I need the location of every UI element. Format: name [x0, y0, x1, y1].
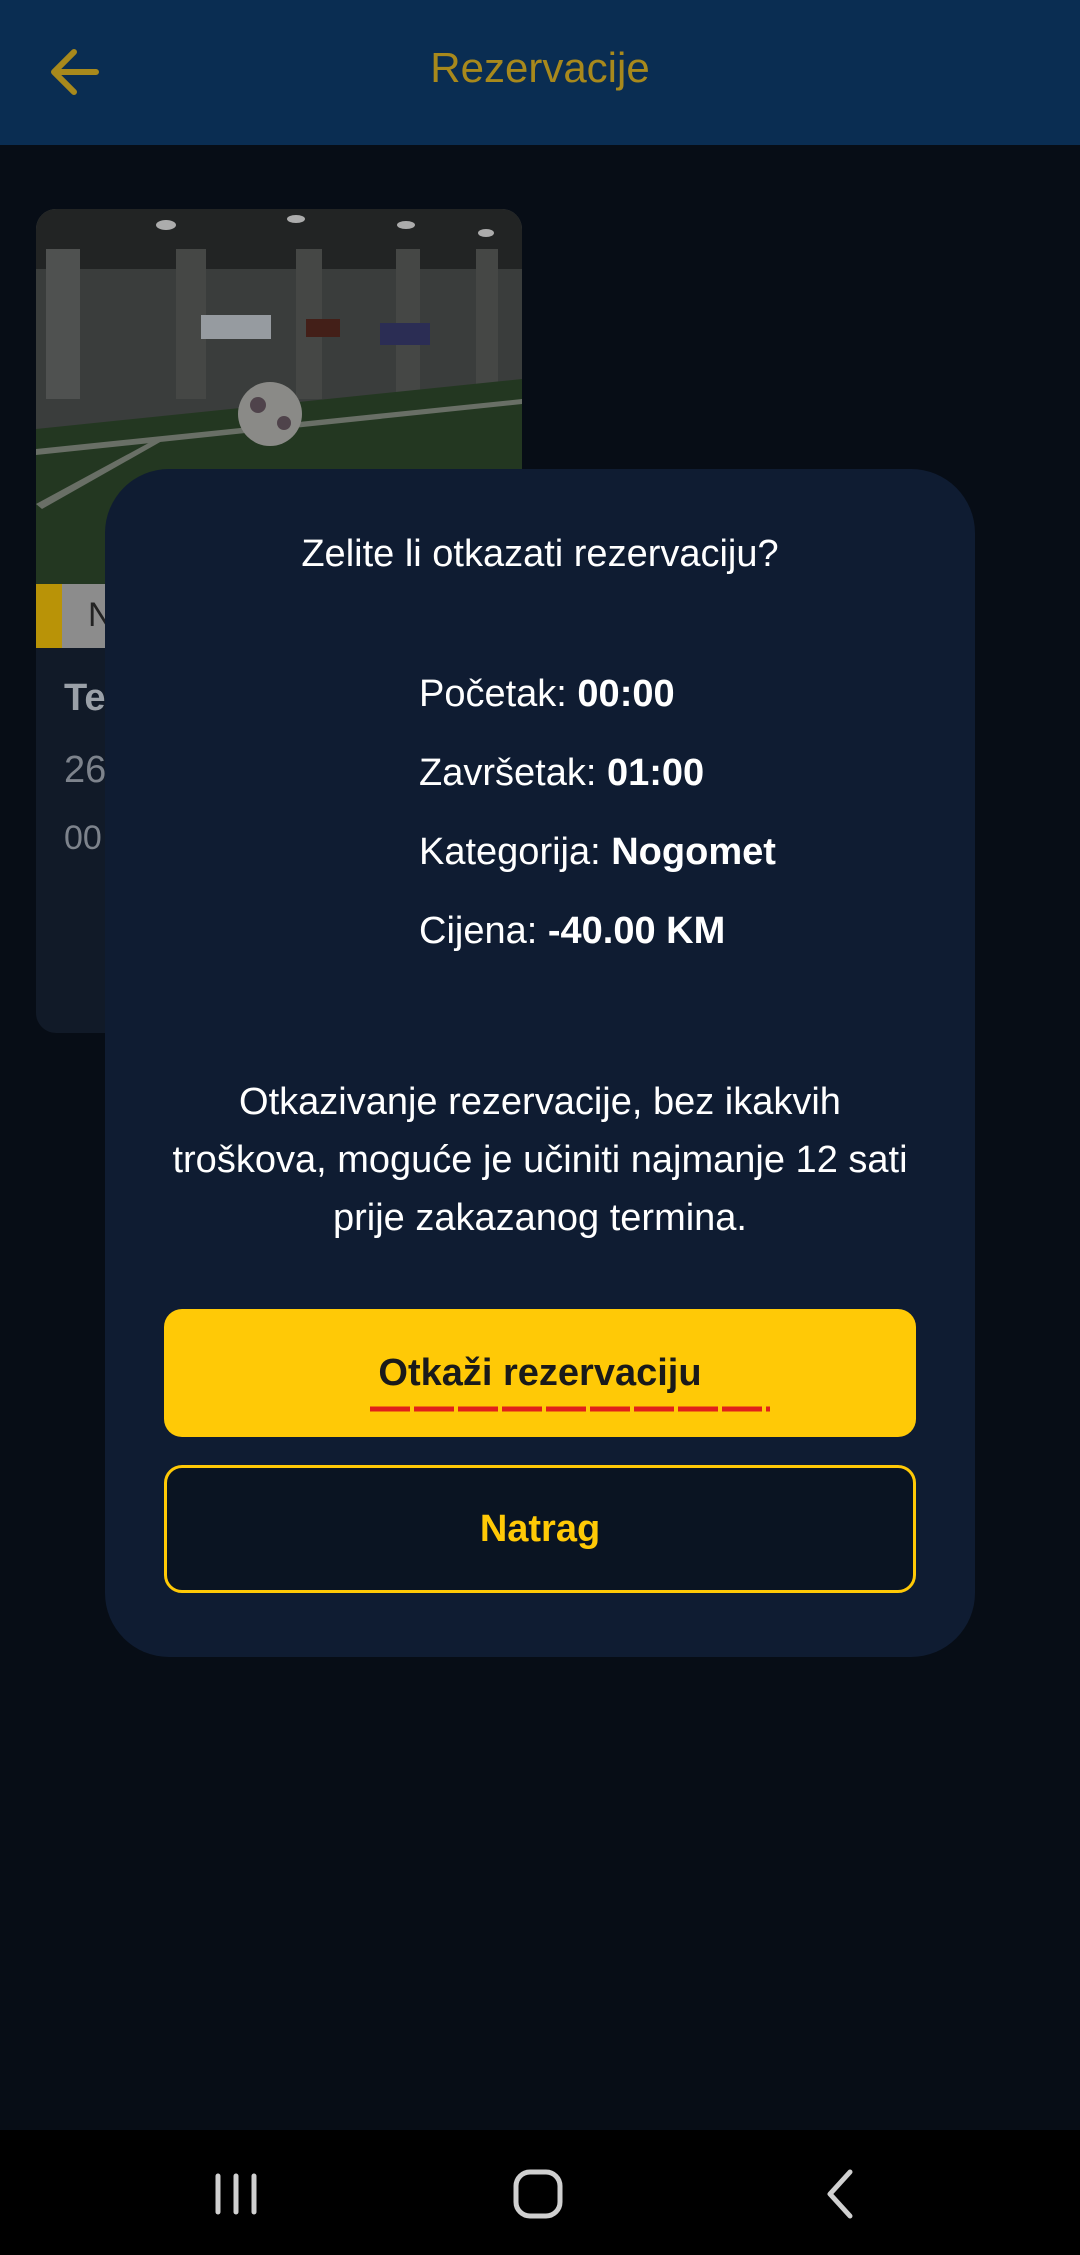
- back-label: Natrag: [479, 1507, 601, 1550]
- detail-label: Završetak:: [419, 752, 607, 794]
- detail-end: Završetak: 01:00: [419, 752, 959, 831]
- back-button[interactable]: Natrag: [164, 1465, 916, 1593]
- dialog-title: Zelite li otkazati rezervaciju?: [301, 533, 779, 575]
- home-icon[interactable]: [508, 2164, 568, 2224]
- detail-label: Početak:: [419, 673, 578, 715]
- cancel-reservation-text: Otkaži rezervaciju: [378, 1351, 702, 1394]
- spellcheck-underline: [370, 1406, 771, 1411]
- detail-value: Nogomet: [611, 831, 776, 873]
- reservation-details: Početak: 00:00 Završetak: 01:00 Kategori…: [419, 673, 959, 989]
- cancel-reservation-dialog: Zelite li otkazati rezervaciju? Početak:…: [105, 469, 975, 1657]
- card-date: 26: [64, 749, 107, 791]
- system-back-icon[interactable]: [812, 2164, 872, 2224]
- detail-value: 00:00: [577, 673, 675, 715]
- detail-label: Kategorija:: [419, 831, 612, 873]
- system-nav-bar: [0, 2130, 1080, 2255]
- app-bar: Rezervacije: [0, 0, 1080, 145]
- detail-category: Kategorija: Nogomet: [419, 831, 959, 910]
- detail-value: 01:00: [606, 752, 705, 794]
- card-title: Te: [64, 677, 106, 719]
- detail-label: Cijena:: [419, 910, 548, 952]
- page-title: Rezervacije: [430, 44, 650, 91]
- cancel-reservation-label: Otkaži rezervaciju: [370, 1351, 771, 1411]
- detail-price: Cijena: -40.00 KM: [419, 910, 959, 989]
- cancel-reservation-button[interactable]: Otkaži rezervaciju: [164, 1309, 916, 1437]
- card-time: 00: [64, 819, 102, 857]
- cancellation-notice: Otkazivanje rezervacije, bez ikakvih tro…: [172, 1081, 908, 1239]
- detail-value: -40.00 KM: [547, 910, 726, 952]
- tag-accent: [36, 584, 62, 648]
- detail-start: Početak: 00:00: [419, 673, 959, 752]
- recents-icon[interactable]: [206, 2164, 266, 2224]
